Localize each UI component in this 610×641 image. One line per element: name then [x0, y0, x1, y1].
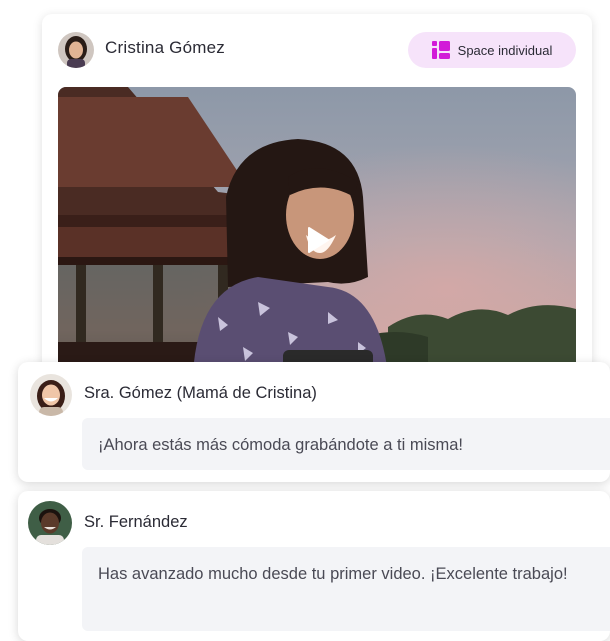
comment-text: ¡Ahora estás más cómoda grabándote a ti …	[82, 418, 610, 470]
comment-card: Sra. Gómez (Mamá de Cristina) ¡Ahora est…	[18, 362, 610, 482]
space-badge[interactable]: Space individual	[408, 32, 576, 68]
author-avatar[interactable]	[58, 32, 94, 68]
post-author-name: Cristina Gómez	[105, 38, 225, 57]
space-icon	[431, 41, 450, 59]
post-header: Cristina Gómez Space individual	[58, 32, 576, 68]
commenter-avatar[interactable]	[30, 374, 72, 416]
comment-card: Sr. Fernández Has avanzado mucho desde t…	[18, 491, 610, 641]
comment-text: Has avanzado mucho desde tu primer video…	[82, 547, 610, 631]
video-player[interactable]	[58, 87, 576, 374]
commenter-avatar[interactable]	[28, 501, 72, 545]
play-icon[interactable]	[307, 227, 329, 253]
post-card: Cristina Gómez Space individual	[42, 14, 592, 374]
space-badge-label: Space individual	[457, 42, 553, 58]
comment-author-name: Sra. Gómez (Mamá de Cristina)	[84, 384, 317, 402]
comment-author-name: Sr. Fernández	[84, 513, 188, 531]
